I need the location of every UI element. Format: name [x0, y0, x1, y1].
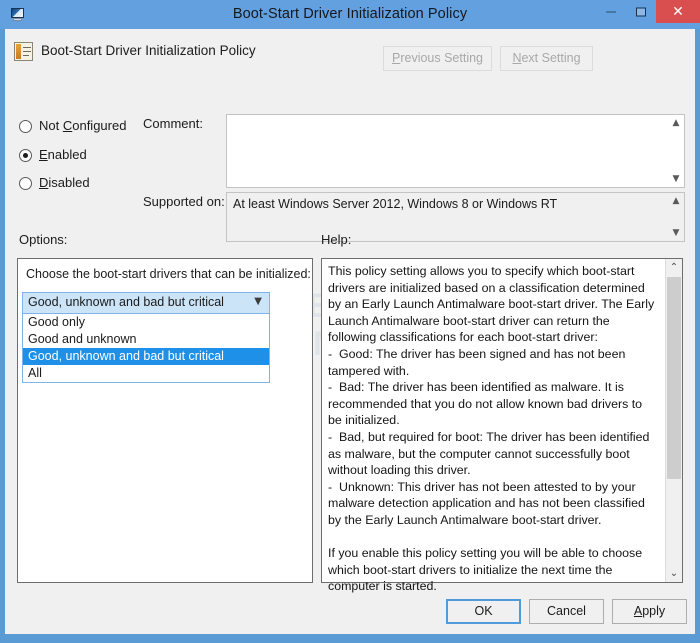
radio-disabled-indicator	[19, 177, 32, 190]
previous-setting-button[interactable]: Previous Setting	[383, 46, 492, 71]
chevron-down-icon[interactable]: ▼	[668, 172, 684, 186]
help-scrollbar[interactable]: ⌃ ⌄	[665, 259, 682, 582]
combobox-option[interactable]: All	[23, 365, 269, 382]
radio-disabled-label: Disabled	[39, 175, 90, 190]
combobox-value: Good, unknown and bad but critical	[28, 295, 224, 309]
cancel-button[interactable]: Cancel	[529, 599, 604, 624]
close-button[interactable]: ✕	[656, 0, 700, 23]
next-setting-label: ext Setting	[521, 51, 581, 65]
radio-not-configured-indicator	[19, 120, 32, 133]
next-setting-button[interactable]: Next Setting	[500, 46, 593, 71]
help-label: Help:	[321, 232, 352, 247]
help-text: This policy setting allows you to specif…	[328, 264, 655, 594]
radio-not-configured-label: Not Configured	[39, 118, 127, 133]
options-prompt: Choose the boot-start drivers that can b…	[26, 267, 311, 281]
chevron-down-icon[interactable]: ▼	[668, 226, 684, 240]
close-icon: ✕	[672, 3, 684, 20]
comment-input[interactable]: ▲ ▼	[226, 114, 685, 188]
scrollbar-thumb[interactable]	[667, 277, 681, 479]
options-label: Options:	[19, 232, 68, 247]
supported-on-value: At least Windows Server 2012, Windows 8 …	[233, 197, 558, 211]
combobox-dropdown-list[interactable]: Good only Good and unknown Good, unknown…	[22, 314, 270, 383]
chevron-up-icon[interactable]: ▲	[668, 116, 684, 130]
combobox-option[interactable]: Good only	[23, 314, 269, 331]
maximize-icon	[636, 7, 646, 16]
page-title: Boot-Start Driver Initialization Policy	[41, 43, 256, 58]
comment-scrollbar[interactable]: ▲ ▼	[668, 115, 684, 187]
dialog-client-area: BLEEPING COMPUTER Boot-Start Driver Init…	[5, 29, 695, 634]
policy-setting-icon	[14, 42, 33, 61]
window-title: Boot-Start Driver Initialization Policy	[232, 6, 468, 22]
supported-on-scrollbar[interactable]: ▲ ▼	[668, 193, 684, 241]
help-panel: This policy setting allows you to specif…	[321, 258, 683, 593]
options-panel: Choose the boot-start drivers that can b…	[17, 258, 313, 583]
combobox-option-selected[interactable]: Good, unknown and bad but critical	[23, 348, 269, 365]
minimize-button[interactable]	[596, 0, 626, 23]
scroll-up-icon[interactable]: ⌃	[666, 259, 682, 276]
previous-setting-label: revious Setting	[400, 51, 484, 65]
chevron-up-icon[interactable]: ▲	[668, 194, 684, 208]
combobox-option[interactable]: Good and unknown	[23, 331, 269, 348]
minimize-icon	[606, 11, 616, 12]
policy-dialog-window: Boot-Start Driver Initialization Policy …	[0, 0, 700, 643]
comment-label: Comment:	[143, 116, 203, 131]
title-bar: Boot-Start Driver Initialization Policy …	[0, 0, 700, 29]
radio-enabled-indicator	[19, 149, 32, 162]
apply-button[interactable]: Apply	[612, 599, 687, 624]
supported-on-field: At least Windows Server 2012, Windows 8 …	[226, 192, 685, 242]
maximize-button[interactable]	[626, 0, 656, 23]
supported-on-label: Supported on:	[143, 194, 225, 209]
chevron-down-icon: ▼	[254, 296, 262, 307]
radio-enabled-label: Enabled	[39, 147, 87, 162]
scroll-down-icon[interactable]: ⌄	[666, 565, 682, 582]
boot-start-drivers-combobox[interactable]: Good, unknown and bad but critical ▼	[22, 292, 270, 314]
ok-button[interactable]: OK	[446, 599, 521, 624]
